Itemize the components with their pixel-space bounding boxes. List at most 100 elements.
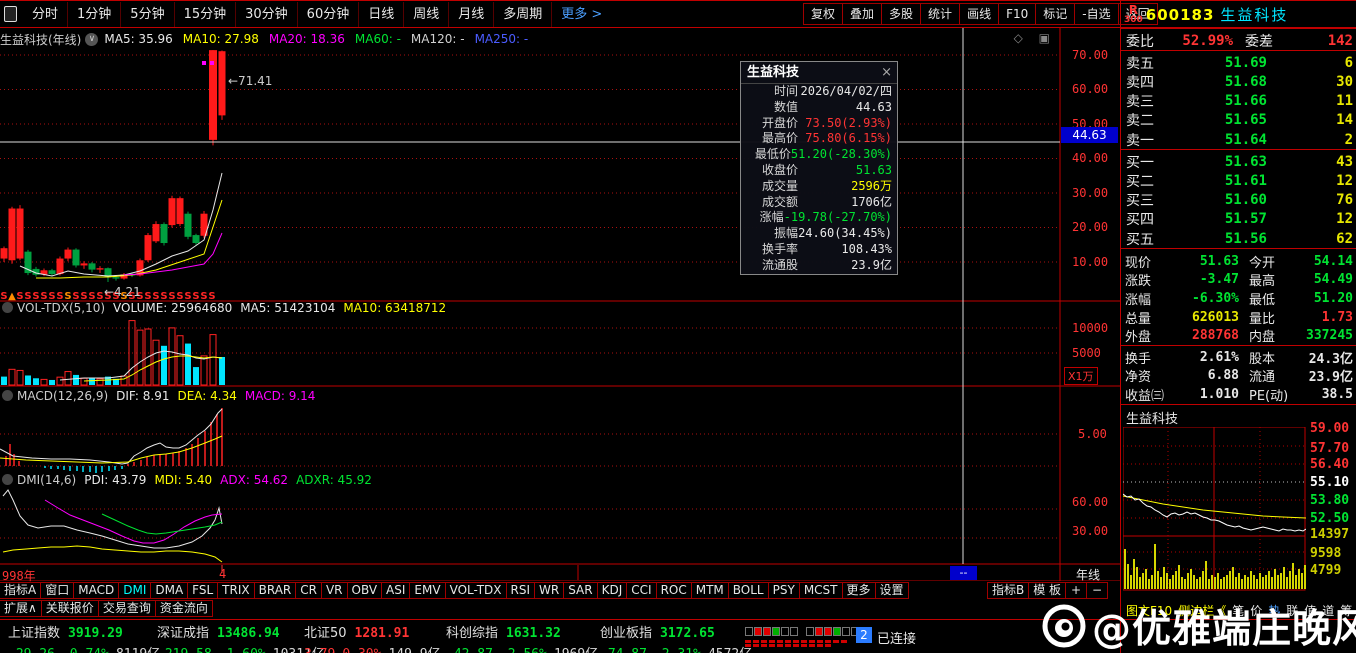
period-tabs: 分时 1分钟 5分钟 15分钟 30分钟 60分钟 日线 周线 月线 多周期 更多 > (23, 1, 611, 27)
ask-row-卖一[interactable]: 卖一 51.64 2 (1121, 130, 1356, 149)
connection-badge[interactable]: 2 (856, 627, 872, 643)
index-quote-上证指数[interactable]: 上证指数3919.29-29.26-0.74%8119亿 (8, 622, 167, 653)
indicator-tab-窗口[interactable]: 窗口 (40, 582, 75, 599)
indicator-value: DEA: 4.34 (177, 389, 237, 403)
mini-price-label: 53.80 (1310, 493, 1350, 508)
period-tab-1分钟[interactable]: 1分钟 (68, 1, 122, 27)
indicator-tab-BRAR[interactable]: BRAR (253, 582, 297, 599)
indicator-tab-VOL-TDX[interactable]: VOL-TDX (444, 582, 507, 599)
bid-row-买五[interactable]: 买五 51.56 62 (1121, 229, 1356, 248)
function-tab-交易查询[interactable]: 交易查询 (97, 600, 156, 617)
indicator-tab-EMV[interactable]: EMV (409, 582, 446, 599)
toolbar-button-统计[interactable]: 统计 (920, 3, 961, 25)
tooltip-row: 收盘价 51.63 (761, 162, 892, 177)
indicator-dot-icon[interactable] (2, 302, 13, 313)
tab-button-指标B[interactable]: 指标B (987, 582, 1030, 599)
indicator-tab-CCI[interactable]: CCI (626, 582, 657, 599)
period-more-link[interactable]: 更多 > (552, 2, 611, 27)
toolbar-button-叠加[interactable]: 叠加 (842, 3, 883, 25)
mini-price-label: 57.70 (1310, 441, 1350, 456)
period-tab-日线[interactable]: 日线 (359, 1, 405, 27)
indicator-tab-设置[interactable]: 设置 (874, 582, 909, 599)
indicator-tab-TRIX[interactable]: TRIX (217, 582, 255, 599)
indicator-tab-MCST[interactable]: MCST (798, 582, 843, 599)
weibi-row: 委比 52.99% 委差 142 (1126, 32, 1353, 50)
indicator-tab-OBV[interactable]: OBV (346, 582, 383, 599)
function-tab-扩展∧[interactable]: 扩展∧ (0, 600, 42, 617)
intraday-mini-chart[interactable] (1123, 427, 1306, 591)
index-quote-创业板指[interactable]: 创业板指3172.65-74.87-2.31%4572亿 (600, 622, 759, 653)
indicator-tab-RSI[interactable]: RSI (505, 582, 536, 599)
period-tab-15分钟[interactable]: 15分钟 (175, 1, 237, 27)
info-row: 总量 626013 量比 1.73 (1125, 309, 1353, 327)
indicator-dot-icon[interactable] (2, 390, 13, 401)
toolbar-button-复权[interactable]: 复权 (803, 3, 844, 25)
tooltip-row: 成交量 2596万 (761, 178, 892, 193)
period-tab-30分钟[interactable]: 30分钟 (236, 1, 298, 27)
toolbar-button--自选[interactable]: -自选 (1074, 3, 1119, 25)
vol-unit-label: X1万 (1064, 367, 1098, 385)
indicator-tab-更多[interactable]: 更多 (841, 582, 876, 599)
indicator-value: VOL-TDX(5,10) (17, 301, 106, 315)
indicator-tab-指标A[interactable]: 指标A (0, 582, 42, 599)
period-tab-周线[interactable]: 周线 (404, 1, 450, 27)
tab-button-+[interactable]: + (1065, 582, 1088, 599)
toolbar-button-多股[interactable]: 多股 (881, 3, 922, 25)
indicator-tab-PSY[interactable]: PSY (767, 582, 800, 599)
period-axis-label: 年线 (1076, 568, 1101, 582)
ask-row-卖五[interactable]: 卖五 51.69 6 (1121, 53, 1356, 72)
indicator-tab-CR[interactable]: CR (295, 582, 322, 599)
vol-axis-label: 5000 (1072, 346, 1101, 360)
market-heat-blocks (745, 627, 867, 636)
period-tab-60分钟[interactable]: 60分钟 (298, 1, 360, 27)
connection-status: 已连接 (877, 632, 917, 647)
indicator-tab-MTM[interactable]: MTM (690, 582, 729, 599)
function-tab-关联报价[interactable]: 关联报价 (40, 600, 99, 617)
indicator-tab-ROC[interactable]: ROC (655, 582, 692, 599)
crosshair-x-box: -- (950, 566, 977, 580)
tab-button-−[interactable]: − (1086, 582, 1109, 599)
indicator-tab-MACD[interactable]: MACD (73, 582, 120, 599)
indicator-tab-VR[interactable]: VR (320, 582, 348, 599)
index-quote-北证50[interactable]: 北证501281.913.790.30%149.9亿 (304, 622, 448, 653)
index-quote-科创综指[interactable]: 科创综指1631.32-42.87-2.56%1969亿 (446, 622, 605, 653)
indicator-tab-KDJ[interactable]: KDJ (596, 582, 628, 599)
crosshair-price-box: 44.63 (1061, 127, 1118, 143)
tab-button-模 板[interactable]: 模 板 (1028, 582, 1067, 599)
info-row: 涨跌 -3.47 最高 54.49 (1125, 272, 1353, 290)
vol-axis-label: 10000 (1072, 321, 1109, 335)
bid-row-买三[interactable]: 买三 51.60 76 (1121, 191, 1356, 210)
info-row: 收益㈢ 1.010 PE(动) 38.5 (1125, 386, 1353, 404)
window-icon[interactable] (4, 6, 17, 22)
indicator-tab-FSL[interactable]: FSL (187, 582, 219, 599)
indicator-tab-ASI[interactable]: ASI (381, 582, 411, 599)
divider (1121, 404, 1356, 405)
dmi-header: DMI(14,6) PDI: 43.79 MDI: 5.40 ADX: 54.62 AD… (2, 473, 388, 487)
bid-row-买一[interactable]: 买一 51.63 43 (1121, 152, 1356, 171)
ask-row-卖二[interactable]: 卖二 51.65 14 (1121, 111, 1356, 130)
indicator-tab-SAR[interactable]: SAR (563, 582, 598, 599)
indicator-tab-DMI[interactable]: DMI (118, 582, 152, 599)
toolbar-button-F10[interactable]: F10 (998, 3, 1037, 25)
bid-row-买四[interactable]: 买四 51.57 12 (1121, 210, 1356, 229)
period-tab-多周期[interactable]: 多周期 (494, 1, 553, 27)
tooltip-title: 生益科技 × (741, 62, 897, 84)
close-icon[interactable]: × (881, 62, 892, 84)
ask-row-卖三[interactable]: 卖三 51.66 11 (1121, 92, 1356, 111)
indicator-value: DIF: 8.91 (116, 389, 170, 403)
info-row: 净资 6.88 流通 23.9亿 (1125, 368, 1353, 386)
toolbar-button-标记[interactable]: 标记 (1035, 3, 1076, 25)
function-tab-资金流向[interactable]: 资金流向 (154, 600, 213, 617)
period-tab-5分钟[interactable]: 5分钟 (121, 1, 175, 27)
period-tab-月线[interactable]: 月线 (449, 1, 495, 27)
period-tab-分时[interactable]: 分时 (23, 1, 69, 27)
trading-terminal: 分时 1分钟 5分钟 15分钟 30分钟 60分钟 日线 周线 月线 多周期 更多 > 复权 叠加 多股… (0, 0, 1356, 653)
ask-row-卖四[interactable]: 卖四 51.68 30 (1121, 72, 1356, 91)
indicator-tab-WR[interactable]: WR (534, 582, 565, 599)
tooltip-row: 涨幅 -19.78(-27.70%) (759, 210, 892, 225)
indicator-tab-BOLL[interactable]: BOLL (727, 582, 769, 599)
indicator-tab-DMA[interactable]: DMA (150, 582, 189, 599)
toolbar-button-画线[interactable]: 画线 (959, 3, 1000, 25)
indicator-dot-icon[interactable] (2, 474, 13, 485)
bid-row-买二[interactable]: 买二 51.61 12 (1121, 171, 1356, 190)
